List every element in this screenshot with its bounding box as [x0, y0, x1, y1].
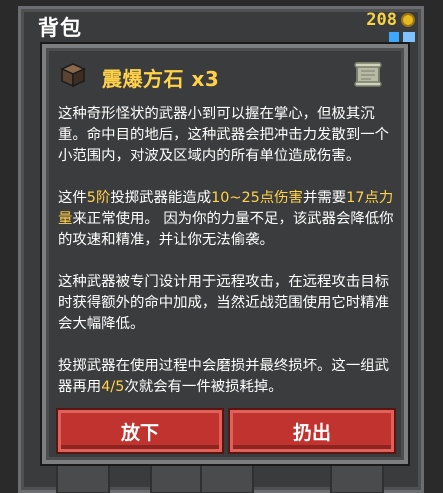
- item-description: 这种奇形怪状的武器小到可以握在掌心，但极其沉重。命中目的地后，这种武器会把冲击力…: [58, 104, 394, 419]
- inventory-title: 背包: [38, 16, 82, 40]
- description-paragraph: 投掷武器在使用过程中会磨损并最终损坏。这一组武器再用4/5次就会有一件被损耗掉。: [58, 356, 394, 398]
- gold-display: 208: [366, 10, 415, 30]
- desc-text: 次就会有一件被损耗掉。: [124, 379, 283, 395]
- damage-value: 10~25点伤害: [211, 190, 303, 206]
- gold-count: 208: [366, 10, 397, 30]
- item-name: 震爆方石 x3: [102, 67, 220, 91]
- game-screen: 背包 208 震爆方石 x3 这种奇形怪状的武器小到可以握在掌心，但极其沉重。命…: [0, 0, 443, 493]
- gold-coin-icon: [401, 13, 415, 27]
- drop-button[interactable]: 放下: [58, 410, 222, 452]
- description-paragraph: 这种奇形怪状的武器小到可以握在掌心，但极其沉重。命中目的地后，这种武器会把冲击力…: [58, 106, 389, 164]
- description-paragraph: 这件5阶投掷武器能造成10~25点伤害并需要17点力量来正常使用。 因为你的力量…: [58, 188, 394, 251]
- inventory-slot[interactable]: [200, 462, 254, 493]
- scroll-icon[interactable]: [353, 60, 385, 90]
- energy-crystal-icon: [403, 32, 415, 42]
- desc-text: 并需要: [302, 190, 347, 206]
- description-paragraph: 这种武器被专门设计用于远程攻击，在远程攻击目标时获得额外的命中加成，当然近战范围…: [58, 274, 389, 332]
- uses-value: 4/5: [101, 379, 125, 395]
- inventory-slot[interactable]: [56, 462, 110, 493]
- inventory-slot[interactable]: [150, 462, 204, 493]
- tier-value: 5阶: [86, 190, 111, 206]
- desc-text: 来正常使用。 因为你的力量不足，该武器会降低你的攻速和精准，并让你无法偷袭。: [58, 211, 394, 248]
- stone-cube-icon: [60, 63, 86, 88]
- key-icon: [389, 32, 399, 42]
- throw-button[interactable]: 扔出: [230, 410, 394, 452]
- inventory-slot[interactable]: [330, 462, 384, 493]
- desc-text: 这件: [58, 190, 87, 206]
- desc-text: 投掷武器能造成: [110, 190, 212, 206]
